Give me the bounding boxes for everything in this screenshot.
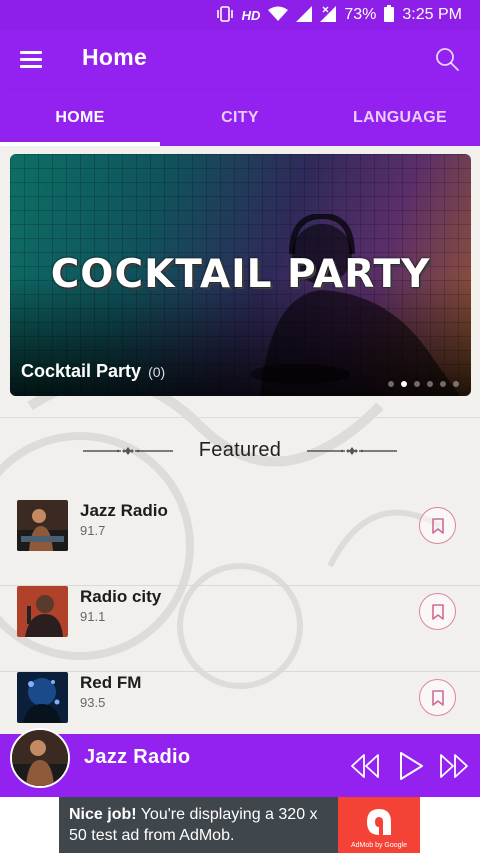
- carousel-dot[interactable]: [427, 381, 433, 387]
- bookmark-button[interactable]: [419, 593, 456, 630]
- mini-player[interactable]: Jazz Radio: [0, 728, 480, 797]
- tab-bar: HOME CITY LANGUAGE: [0, 90, 480, 146]
- tab-city[interactable]: CITY: [160, 90, 320, 146]
- divider: [0, 417, 480, 418]
- carousel-dot[interactable]: [414, 381, 420, 387]
- station-name: Radio city: [80, 587, 162, 606]
- station-frequency: 91.7: [80, 523, 106, 538]
- clock: 3:25 PM: [402, 6, 462, 23]
- signal-icon: [296, 5, 313, 25]
- carousel-dot[interactable]: [388, 381, 394, 387]
- bookmark-icon: [431, 517, 444, 534]
- menu-icon[interactable]: [20, 51, 42, 68]
- tab-home[interactable]: HOME: [0, 90, 160, 146]
- station-thumbnail: [17, 500, 68, 551]
- carousel-dot[interactable]: [453, 381, 459, 387]
- banner-caption: Cocktail Party (0): [21, 361, 165, 382]
- vibrate-icon: [216, 5, 234, 25]
- now-playing-artwork[interactable]: [10, 728, 70, 788]
- featured-title: Featured: [198, 439, 282, 461]
- now-playing-title: Jazz Radio: [84, 746, 191, 768]
- battery-percent: 73%: [344, 6, 377, 23]
- bookmark-button[interactable]: [419, 507, 456, 544]
- ad-banner[interactable]: Nice job! You're displaying a 320 x 50 t…: [0, 797, 480, 853]
- page-title: Home: [82, 44, 148, 70]
- wifi-icon: [268, 6, 289, 25]
- carousel-dot-active[interactable]: [401, 381, 407, 387]
- admob-logo: AdMob by Google: [338, 797, 420, 853]
- fast-forward-icon[interactable]: [438, 751, 470, 781]
- station-frequency: 93.5: [80, 695, 106, 710]
- station-thumbnail: [17, 586, 68, 637]
- rewind-icon[interactable]: [349, 751, 381, 781]
- featured-section-header: Featured: [0, 439, 480, 462]
- station-thumbnail: [17, 672, 68, 723]
- admob-icon: [367, 809, 391, 835]
- bookmark-icon: [431, 603, 444, 620]
- carousel-dot[interactable]: [440, 381, 446, 387]
- banner-artwork-title: COCKTAIL PARTY: [50, 252, 431, 297]
- battery-icon: [384, 5, 395, 25]
- tab-language[interactable]: LANGUAGE: [320, 90, 480, 146]
- ad-bold-text: Nice job!: [69, 806, 137, 823]
- ad-text: Nice job! You're displaying a 320 x 50 t…: [59, 797, 339, 853]
- admob-caption: AdMob by Google: [350, 842, 408, 849]
- status-bar: HD 73% 3:25 PM: [0, 0, 480, 30]
- signal-no-data-icon: [320, 5, 337, 25]
- bookmark-icon: [431, 689, 444, 706]
- ad-container[interactable]: Nice job! You're displaying a 320 x 50 t…: [59, 797, 420, 853]
- station-list-item[interactable]: Radio city 91.1: [0, 586, 480, 672]
- featured-banner-carousel[interactable]: COCKTAIL PARTY Cocktail Party (0): [10, 154, 471, 396]
- station-name: Jazz Radio: [80, 501, 168, 520]
- bookmark-button[interactable]: [419, 679, 456, 716]
- station-list-item[interactable]: Jazz Radio 91.7: [0, 500, 480, 586]
- carousel-dots: [388, 381, 459, 387]
- app-bar: Home: [0, 30, 480, 90]
- banner-caption-count: (0): [148, 364, 166, 380]
- station-name: Red FM: [80, 673, 142, 692]
- left-ornament-icon: [82, 446, 173, 455]
- search-icon[interactable]: [434, 46, 460, 72]
- station-frequency: 91.1: [80, 609, 106, 624]
- station-list-item[interactable]: Red FM 93.5: [0, 672, 480, 734]
- play-icon[interactable]: [396, 751, 428, 781]
- home-content[interactable]: COCKTAIL PARTY Cocktail Party (0) Featur…: [0, 146, 480, 734]
- right-ornament-icon: [307, 446, 398, 455]
- hd-indicator: HD: [241, 7, 261, 23]
- banner-caption-title: Cocktail Party: [21, 361, 142, 381]
